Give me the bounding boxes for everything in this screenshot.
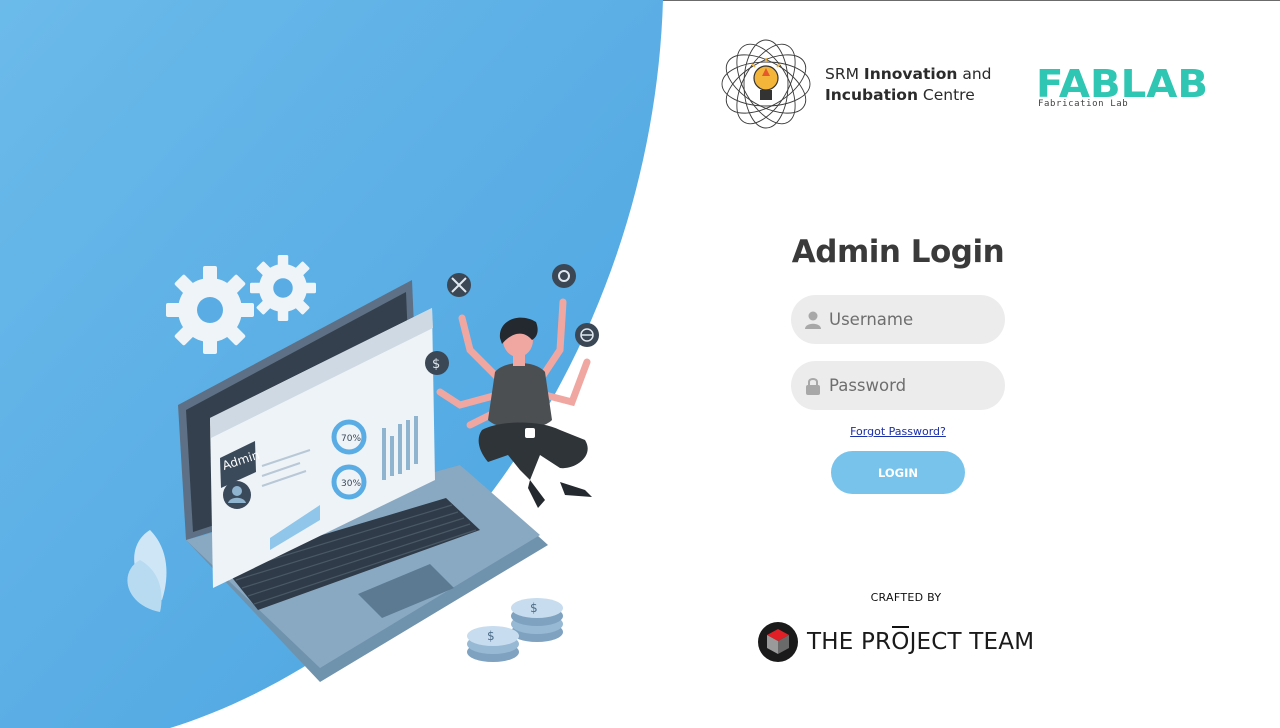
login-button[interactable]: LOGIN: [831, 451, 965, 494]
coin-stack: $ $: [467, 598, 563, 662]
tools-icon: [447, 273, 471, 297]
svg-text:$: $: [530, 601, 538, 615]
team-name-part: THE PR: [807, 629, 892, 655]
team-name-part: JECT TEAM: [909, 629, 1035, 655]
srm-name-part: SRM: [825, 65, 864, 83]
username-input[interactable]: [829, 310, 989, 329]
page-title: Admin Login: [791, 234, 1005, 270]
project-team-logo-icon: [758, 622, 798, 662]
srm-name-part: Centre: [918, 86, 975, 104]
username-field[interactable]: [791, 295, 1005, 344]
forgot-password-link[interactable]: Forgot Password?: [798, 425, 998, 438]
dollar-icon: $: [425, 351, 449, 375]
fablab-sublabel: Fabrication Lab: [1038, 99, 1129, 109]
gear-icon: [166, 266, 254, 354]
svg-text:$: $: [432, 357, 440, 372]
password-field[interactable]: [791, 361, 1005, 410]
globe-icon: [575, 323, 599, 347]
srm-name-part: and: [957, 65, 992, 83]
lock-icon: [806, 377, 820, 395]
screen-stat-30: 30%: [341, 479, 361, 489]
srm-name: SRM Innovation and Incubation Centre: [825, 64, 991, 106]
project-team-name: THE PROJECT TEAM: [807, 626, 1035, 655]
user-icon: [805, 311, 821, 329]
svg-text:$: $: [487, 629, 495, 643]
gear-icon: [250, 255, 316, 321]
password-input[interactable]: [829, 376, 989, 395]
settings-icon: [552, 264, 576, 288]
srm-name-bold: Incubation: [825, 86, 918, 104]
team-name-highlight: O: [891, 626, 910, 655]
screen-stat-70: 70%: [341, 434, 361, 444]
crafted-by-label: CRAFTED BY: [870, 591, 942, 604]
srm-name-bold: Innovation: [863, 65, 958, 83]
